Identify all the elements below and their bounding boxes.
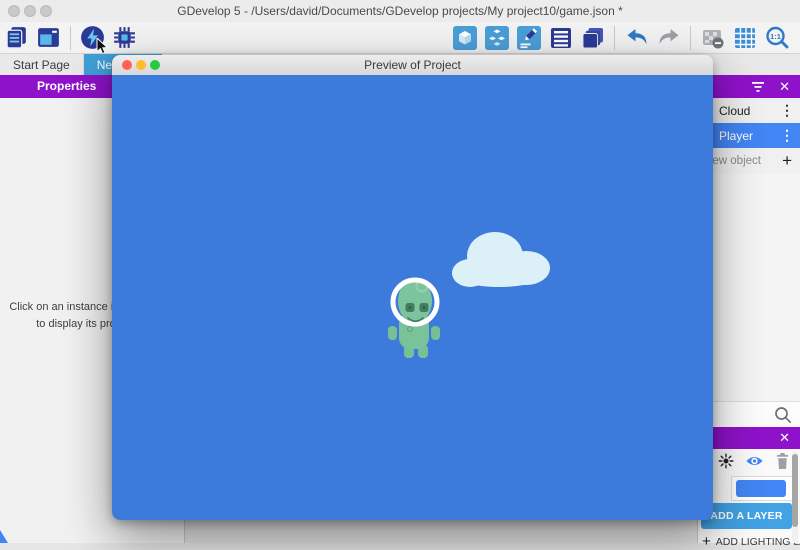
objects-panel-header: ✕	[698, 75, 800, 98]
filter-icon[interactable]	[750, 80, 766, 94]
layers-panel: ✕ ADD A LAYER + ADD LIGHTING LAYE	[698, 427, 800, 543]
player-sprite	[388, 279, 440, 358]
toggle-grid-button[interactable]	[731, 24, 758, 51]
properties-panel-title: Properties	[0, 75, 96, 98]
layers-scrollbar	[792, 451, 798, 543]
svg-text:1:1: 1:1	[770, 31, 781, 40]
object-cube-icon	[452, 25, 478, 51]
layer-field-selection	[736, 480, 786, 497]
zoom-1-1-icon: 1:1	[764, 25, 790, 51]
toggle-mask-button[interactable]	[699, 24, 726, 51]
layers-stack-icon	[580, 25, 606, 51]
objects-search-field[interactable]	[698, 401, 800, 427]
undo-button[interactable]	[623, 24, 650, 51]
instances-list-button[interactable]	[547, 24, 574, 51]
main-toolbar: 1:1	[0, 22, 800, 53]
preview-titlebar[interactable]: Preview of Project	[112, 55, 713, 76]
new-object-label: new object	[706, 155, 761, 167]
instances-list-icon	[548, 25, 574, 51]
grid-icon	[732, 25, 758, 51]
add-lighting-layer-button[interactable]: + ADD LIGHTING LAYER	[702, 533, 800, 550]
lighting-toggle-icon[interactable]	[718, 453, 734, 469]
object-groups-button[interactable]	[483, 24, 510, 51]
undo-arrow-icon	[624, 25, 650, 51]
objects-list-empty-area	[698, 173, 800, 401]
object-row-cloud[interactable]: Cloud ⋮	[698, 98, 800, 123]
edit-pencil-icon	[516, 25, 542, 51]
window-title: GDevelop 5 - /Users/david/Documents/GDev…	[0, 0, 800, 22]
edit-scene-button[interactable]	[515, 24, 542, 51]
tab-start-page[interactable]: Start Page	[0, 54, 84, 76]
toolbar-separator	[614, 26, 615, 50]
project-manager-icon	[3, 24, 30, 51]
object-row-player[interactable]: Player ⋮	[698, 123, 800, 148]
game-preview-canvas[interactable]	[112, 75, 713, 520]
object-name: Cloud	[719, 104, 750, 118]
cloud-sprite	[452, 232, 550, 287]
object-groups-icon	[484, 25, 510, 51]
scene-editor-icon	[35, 24, 62, 51]
layers-panel-header: ✕	[698, 427, 800, 449]
delete-layer-trash-icon[interactable]	[775, 452, 790, 470]
project-manager-button[interactable]	[3, 24, 30, 51]
layers-scrollbar-thumb[interactable]	[792, 454, 798, 527]
add-lighting-plus-icon: +	[702, 533, 711, 550]
add-object-plus-icon[interactable]: +	[782, 148, 792, 173]
add-object-button[interactable]	[451, 24, 478, 51]
layer-name-field[interactable]	[731, 476, 794, 501]
zoom-reset-button[interactable]: 1:1	[763, 24, 790, 51]
corner-accent	[0, 530, 8, 543]
scene-editor-button[interactable]	[35, 24, 62, 51]
object-menu-icon[interactable]: ⋮	[780, 123, 794, 148]
visibility-eye-icon[interactable]	[745, 454, 764, 468]
search-icon	[773, 405, 793, 425]
preview-window-title: Preview of Project	[112, 55, 713, 75]
redo-arrow-icon	[656, 25, 682, 51]
add-layer-button[interactable]: ADD A LAYER	[701, 503, 792, 529]
toolbar-separator	[70, 26, 71, 50]
preview-window: Preview of Project	[112, 55, 713, 520]
debugger-button[interactable]	[111, 24, 138, 51]
toolbar-separator	[690, 26, 691, 50]
main-titlebar: GDevelop 5 - /Users/david/Documents/GDev…	[0, 0, 800, 23]
objects-panel-close-icon[interactable]: ✕	[779, 75, 790, 98]
start-preview-button[interactable]	[79, 24, 106, 51]
layers-editor-button[interactable]	[579, 24, 606, 51]
debug-chip-icon	[111, 24, 138, 51]
add-lighting-label: ADD LIGHTING LAYER	[716, 536, 800, 548]
redo-button[interactable]	[655, 24, 682, 51]
render-mask-icon	[700, 25, 726, 51]
add-new-object-row[interactable]: new object +	[698, 148, 800, 173]
object-name: Player	[719, 129, 753, 143]
object-menu-icon[interactable]: ⋮	[780, 98, 794, 123]
layers-panel-close-icon[interactable]: ✕	[779, 427, 790, 449]
objects-panel: ✕ Cloud ⋮ Player ⋮ new object +	[698, 75, 800, 427]
